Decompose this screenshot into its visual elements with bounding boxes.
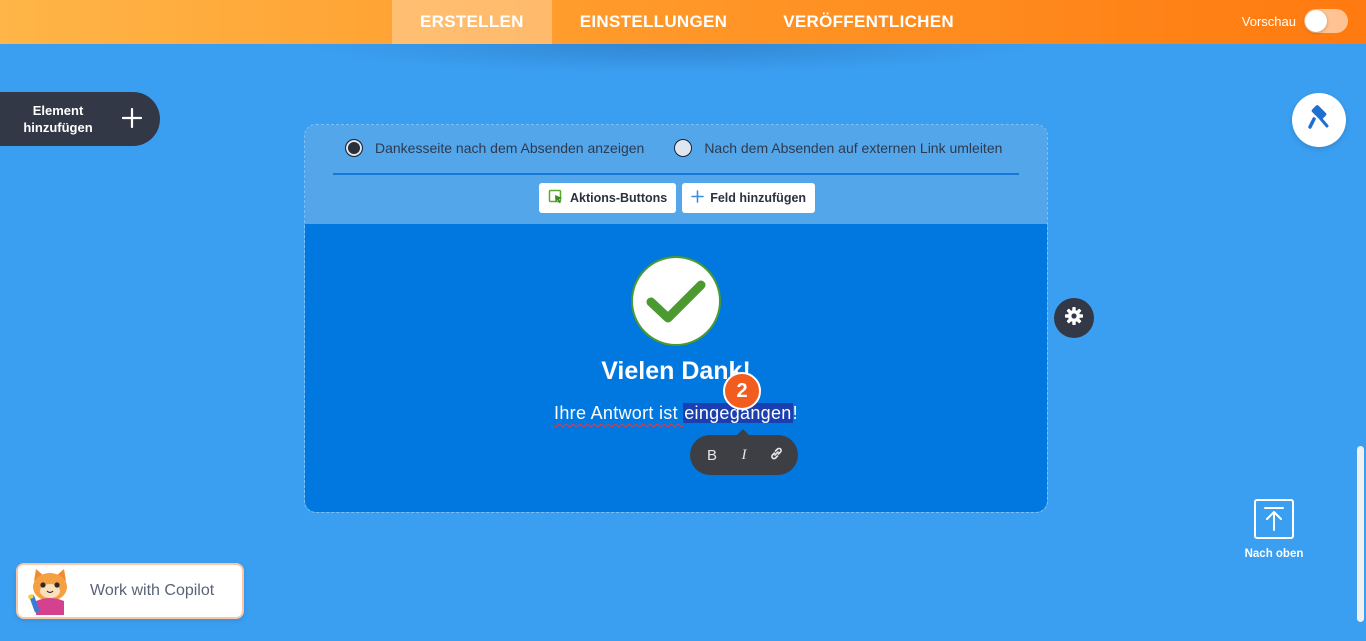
thank-you-options-panel: Dankesseite nach dem Absenden anzeigen N… [305,125,1047,224]
message-text: Ihre Antwort ist [554,403,684,423]
top-navigation-bar: ERSTELLEN EINSTELLUNGEN VERÖFFENTLICHEN … [0,0,1366,44]
thank-you-message[interactable]: Ihre Antwort ist eingegangen! [305,403,1047,424]
paint-roller-icon [1306,104,1332,136]
tab-erstellen[interactable]: ERSTELLEN [392,0,552,44]
arrow-up-icon [1254,499,1294,539]
bold-button[interactable]: B [703,447,721,464]
action-buttons-button[interactable]: Aktions-Buttons [539,183,677,213]
tab-veroeffentlichen[interactable]: VERÖFFENTLICHEN [755,0,982,44]
back-to-top-label: Nach oben [1244,548,1304,560]
tab-einstellungen[interactable]: EINSTELLUNGEN [552,0,755,44]
gear-icon [1064,306,1084,331]
checkmark-icon[interactable] [631,256,721,346]
action-buttons-label: Aktions-Buttons [570,191,668,205]
add-element-button[interactable]: Element hinzufügen [0,92,160,146]
message-text-end: ! [792,403,798,423]
add-field-label: Feld hinzufügen [710,191,807,205]
settings-button[interactable] [1054,298,1094,338]
link-icon[interactable] [767,446,785,465]
radio-label: Dankesseite nach dem Absenden anzeigen [375,140,645,156]
scrollbar-thumb[interactable] [1357,446,1364,622]
thank-you-actions: Aktions-Buttons Feld hinzufügen [539,183,816,213]
add-element-label: Element hinzufügen [23,103,93,135]
preview-control: Vorschau [1242,9,1348,33]
main-tabs: ERSTELLEN EINSTELLUNGEN VERÖFFENTLICHEN [392,0,982,44]
copilot-label: Work with Copilot [90,582,215,599]
thank-you-page-card: Dankesseite nach dem Absenden anzeigen N… [304,124,1048,513]
preview-toggle-knob [1305,10,1327,32]
radio-checked-indicator [345,139,363,157]
plus-icon [691,190,705,206]
radio-show-thank-you-page[interactable]: Dankesseite nach dem Absenden anzeigen [345,139,644,157]
form-designer-button[interactable] [1292,93,1346,147]
preview-toggle[interactable] [1304,9,1348,33]
step-badge: 2 [723,372,761,410]
header-shadow [290,44,1050,74]
divider [333,173,1019,175]
thank-you-heading[interactable]: Vielen Dank! [305,357,1047,386]
text-format-toolbar: B I [690,429,798,475]
radio-label: Nach dem Absenden auf externen Link umle… [704,140,1003,156]
radio-unchecked-indicator [674,139,693,157]
italic-button[interactable]: I [735,447,753,464]
back-to-top-button[interactable]: Nach oben [1236,499,1312,560]
preview-label: Vorschau [1241,13,1296,29]
copilot-button[interactable]: Work with Copilot [16,563,244,619]
after-submit-options: Dankesseite nach dem Absenden anzeigen N… [345,139,1032,157]
radio-redirect-external-link[interactable]: Nach dem Absenden auf externen Link umle… [674,139,1002,157]
thank-you-content: Vielen Dank! Ihre Antwort ist eingegange… [305,224,1047,512]
plus-icon [121,102,143,136]
add-field-button[interactable]: Feld hinzufügen [682,183,816,213]
cursor-click-icon [548,189,564,208]
cat-mascot-icon [24,565,76,617]
